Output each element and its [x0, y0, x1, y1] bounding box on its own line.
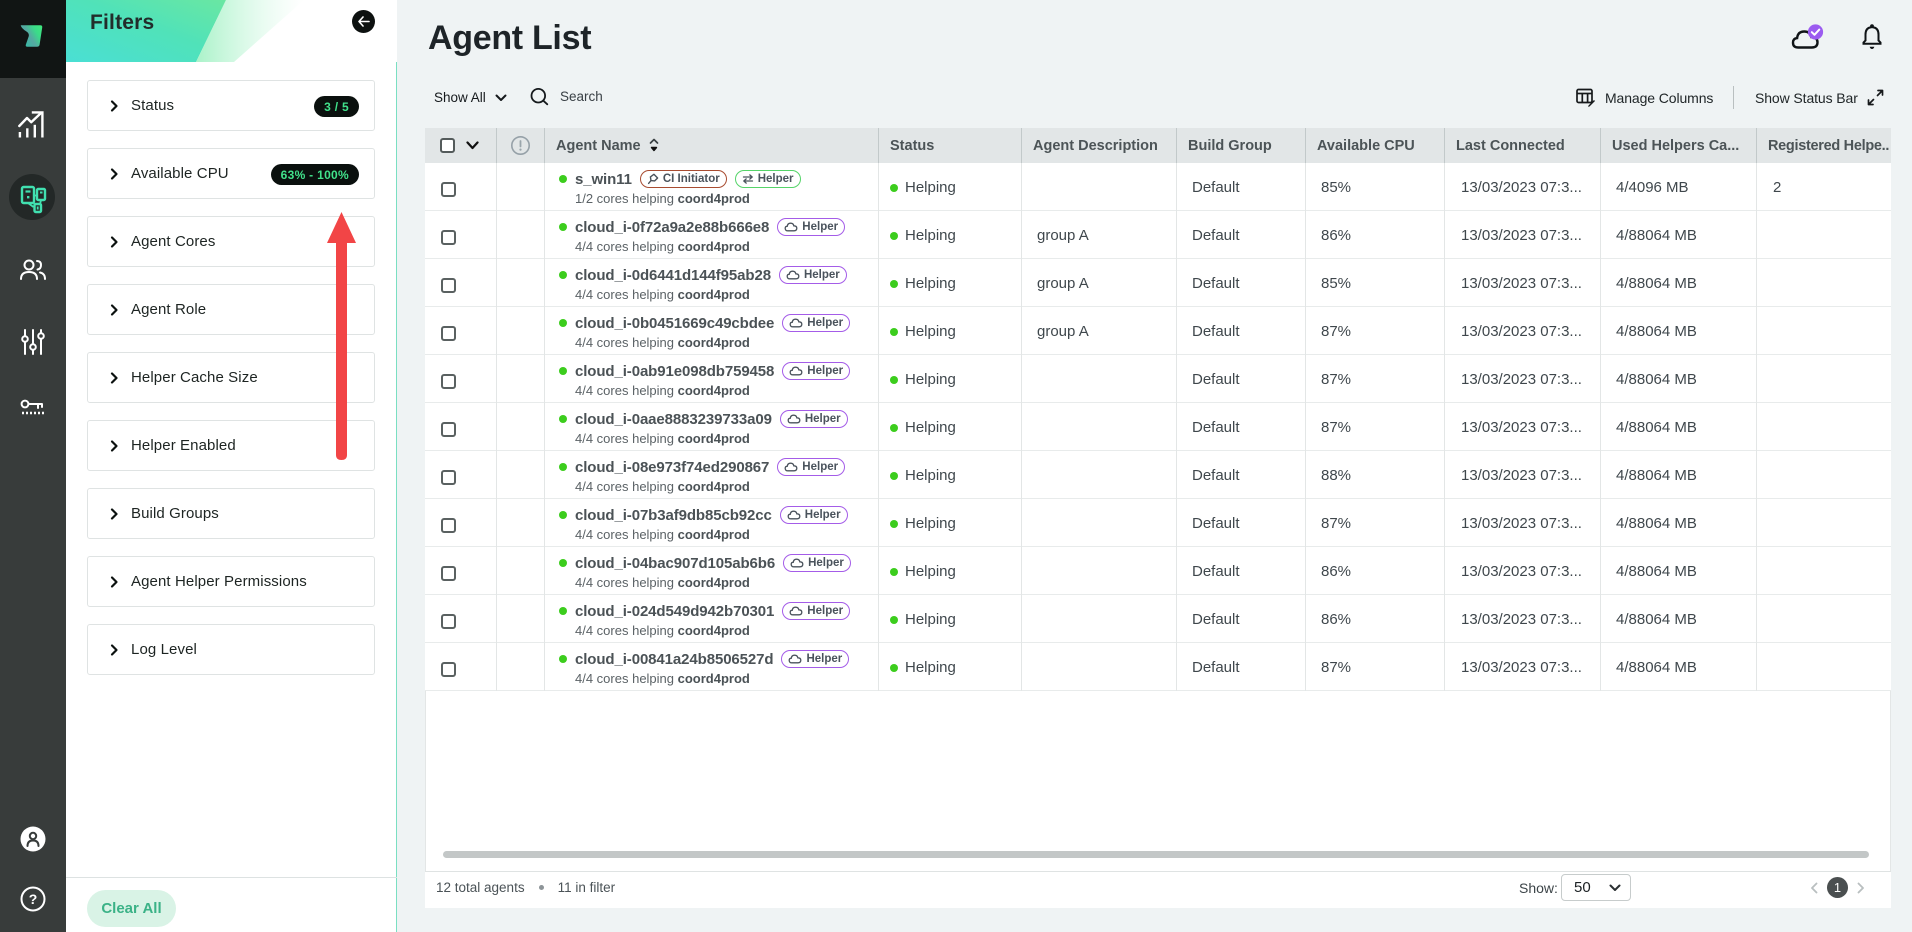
svg-text:?: ? [29, 891, 38, 907]
